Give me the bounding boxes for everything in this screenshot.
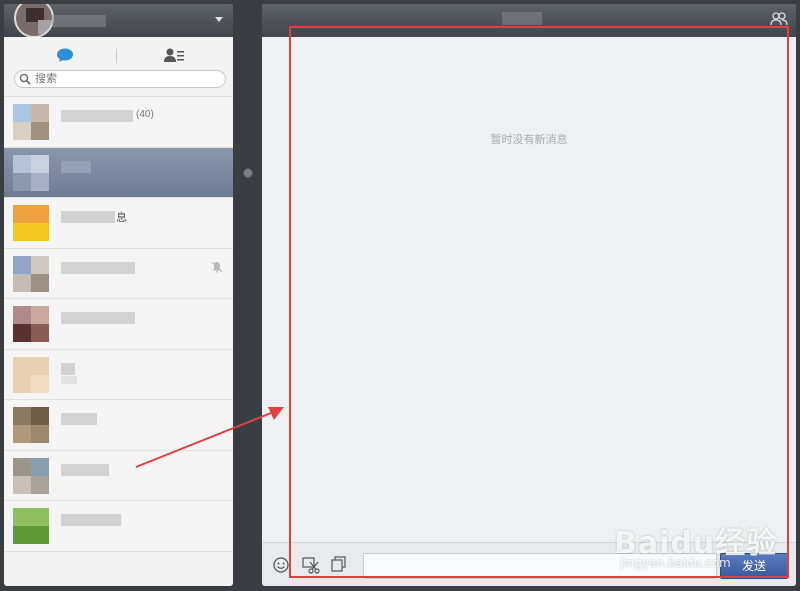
contact-status-blurred	[61, 375, 77, 384]
tab-bar	[4, 37, 233, 73]
contact-name-blurred	[61, 514, 121, 526]
screenshot-scissors-icon[interactable]	[302, 556, 320, 574]
contact-avatar	[13, 104, 49, 140]
conversation-item[interactable]	[4, 400, 233, 451]
conversation-item-selected[interactable]	[4, 147, 233, 198]
my-name-blurred	[52, 15, 106, 27]
message-input[interactable]	[363, 553, 717, 579]
contact-name-blurred	[61, 312, 135, 324]
unread-count: (40)	[136, 109, 154, 120]
search-icon	[19, 73, 31, 85]
group-members-icon[interactable]	[770, 12, 788, 26]
search-box[interactable]	[14, 70, 226, 88]
contact-avatar	[13, 407, 49, 443]
contact-name-blurred	[61, 160, 91, 173]
empty-state-text: 暂时没有新消息	[490, 134, 568, 146]
chat-bubble-icon[interactable]	[56, 48, 74, 63]
emoji-icon[interactable]	[273, 557, 289, 573]
contact-avatar	[13, 356, 49, 393]
input-toolbar: 发送	[262, 542, 796, 586]
message-area: 暂时没有新消息	[262, 37, 796, 542]
contact-avatar	[13, 255, 49, 292]
send-button[interactable]: 发送	[720, 553, 788, 579]
contact-name-blurred	[61, 211, 115, 223]
my-avatar[interactable]	[14, 4, 54, 38]
conversation-item[interactable]	[4, 501, 233, 552]
copy-icon[interactable]	[331, 556, 347, 572]
contacts-icon[interactable]	[164, 47, 184, 63]
contact-avatar	[13, 457, 49, 494]
profile-header	[4, 4, 233, 38]
contact-name-blurred	[61, 362, 75, 375]
chat-header	[262, 4, 796, 37]
tab-divider	[116, 49, 117, 63]
mute-bell-icon	[211, 261, 223, 273]
conversation-item[interactable]: (40)	[4, 97, 233, 148]
conversation-item[interactable]	[4, 349, 233, 400]
conversation-item[interactable]	[4, 248, 233, 299]
conversation-list: (40) 息	[4, 97, 233, 552]
contact-name-blurred	[61, 463, 109, 476]
contact-name-blurred	[61, 110, 133, 122]
contact-avatar	[13, 154, 49, 191]
chevron-down-icon[interactable]	[215, 17, 223, 22]
left-panel: (40) 息	[4, 4, 233, 586]
chat-title-blurred	[502, 12, 542, 25]
conversation-item[interactable]: 息	[4, 198, 233, 249]
conversation-item[interactable]	[4, 450, 233, 501]
conversation-item[interactable]	[4, 299, 233, 350]
contact-avatar	[13, 508, 49, 544]
contact-avatar	[13, 205, 49, 241]
contact-name-blurred	[61, 413, 97, 425]
contact-name-blurred	[61, 261, 135, 274]
contact-name-fragment: 息	[116, 212, 127, 224]
chat-panel: 暂时没有新消息 发送	[262, 4, 796, 586]
search-input[interactable]	[35, 72, 215, 86]
contact-avatar	[13, 306, 49, 342]
panel-splitter-handle[interactable]	[243, 168, 253, 178]
